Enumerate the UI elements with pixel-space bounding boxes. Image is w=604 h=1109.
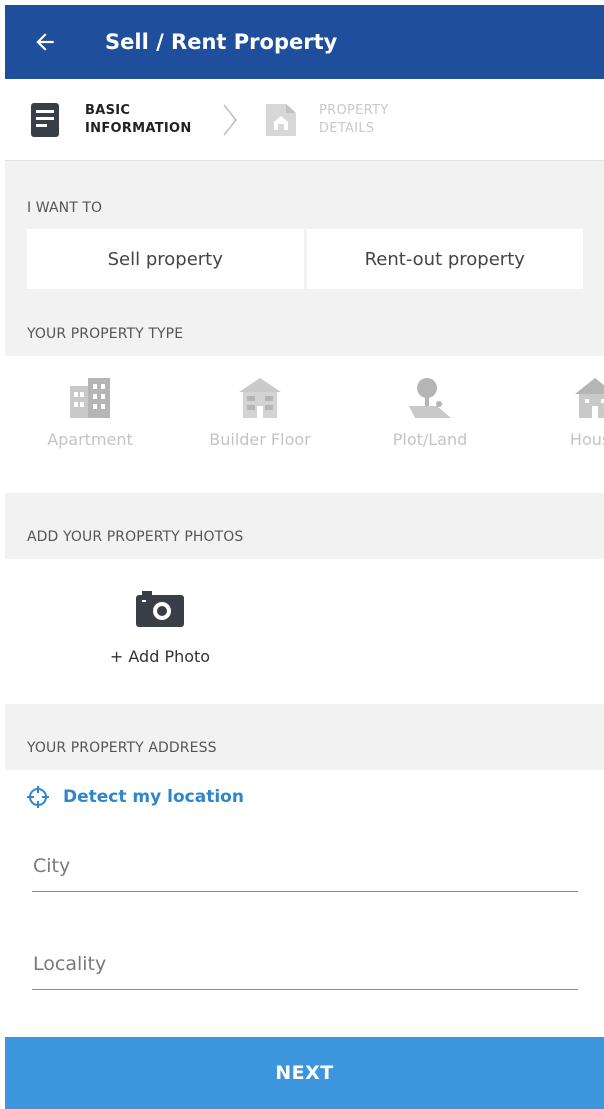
property-details-icon [263, 100, 299, 140]
app-screen: Sell / Rent Property BASIC INFORMATION P… [5, 5, 604, 1109]
intent-options: Sell property Rent-out property [27, 229, 583, 289]
step-label-line: DETAILS [319, 120, 375, 136]
chevron-right-icon [215, 103, 245, 137]
property-type-label: House [569, 430, 604, 449]
photos-section-label: ADD YOUR PROPERTY PHOTOS [27, 529, 244, 545]
photos-panel: + Add Photo [5, 559, 604, 704]
property-type-plot-land[interactable]: Plot/Land [355, 374, 505, 449]
add-photo-label: + Add Photo [109, 647, 211, 666]
sell-property-option[interactable]: Sell property [27, 229, 304, 289]
detect-location-label: Detect my location [63, 787, 244, 807]
property-type-label: Builder Floor [209, 430, 311, 449]
address-panel: Detect my location [5, 770, 604, 1042]
arrow-left-icon [36, 33, 54, 51]
locality-field[interactable] [32, 944, 578, 990]
plot-land-icon [407, 374, 453, 420]
step-label-line: PROPERTY [319, 102, 389, 118]
step-label: PROPERTY DETAILS [319, 102, 449, 138]
step-label-line: BASIC [85, 102, 131, 118]
rent-out-property-option[interactable]: Rent-out property [306, 229, 583, 289]
property-type-house[interactable]: House [520, 374, 604, 449]
back-button[interactable] [5, 5, 85, 79]
step-property-details[interactable]: PROPERTY DETAILS [263, 100, 449, 140]
apartment-icon [68, 374, 112, 420]
camera-icon [136, 591, 184, 627]
progress-stepper: BASIC INFORMATION PROPERTY DETAILS [5, 79, 604, 161]
page-title: Sell / Rent Property [105, 30, 338, 54]
intent-section-label: I WANT TO [27, 200, 103, 216]
property-type-builder-floor[interactable]: Builder Floor [185, 374, 335, 449]
property-type-apartment[interactable]: Apartment [15, 374, 165, 449]
step-label: BASIC INFORMATION [85, 102, 215, 138]
property-type-label: Plot/Land [392, 430, 468, 449]
city-field[interactable] [32, 846, 578, 892]
address-section-label: YOUR PROPERTY ADDRESS [27, 740, 217, 756]
add-photo-button[interactable]: + Add Photo [95, 591, 225, 666]
detect-location-button[interactable]: Detect my location [27, 786, 244, 808]
next-button[interactable]: NEXT [5, 1037, 604, 1109]
property-type-label: Apartment [47, 430, 133, 449]
next-button-label: NEXT [275, 1062, 334, 1084]
step-basic-information[interactable]: BASIC INFORMATION [27, 100, 215, 140]
property-type-list: Apartment Builder Floor Plot/Land Hou [5, 356, 604, 493]
builder-floor-icon [237, 374, 283, 420]
step-label-line: INFORMATION [85, 120, 192, 136]
crosshair-icon [27, 786, 49, 808]
property-type-section-label: YOUR PROPERTY TYPE [27, 326, 184, 342]
document-icon [27, 100, 63, 140]
app-bar: Sell / Rent Property [5, 5, 604, 79]
house-icon [573, 374, 604, 420]
